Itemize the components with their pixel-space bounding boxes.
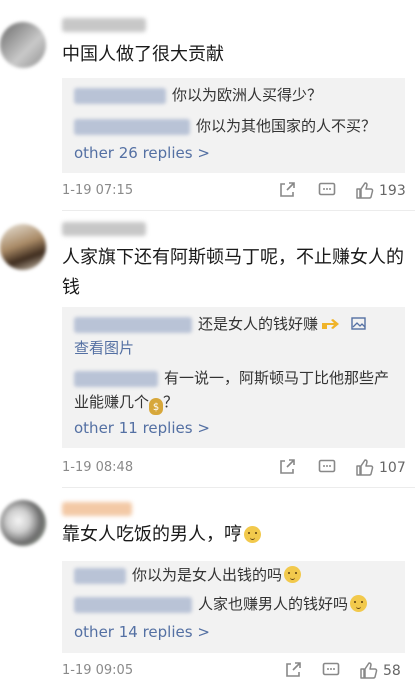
share-icon	[280, 182, 295, 197]
reply-text: 你以为欧洲人买得少？	[172, 86, 323, 104]
share-button[interactable]	[278, 181, 296, 201]
reply-box: 还是女人的钱好赚 查看图片 有一说一，阿斯顿马丁比他那些产业能赚几个 $？ oth…	[62, 307, 405, 448]
like-button[interactable]: 107	[355, 458, 406, 478]
reply-item[interactable]: 有一说一，阿斯顿马丁比他那些产业能赚几个 $？	[74, 366, 395, 415]
more-replies-link[interactable]: other 14 replies >	[74, 623, 210, 641]
username[interactable]	[62, 222, 146, 236]
avatar[interactable]	[0, 22, 46, 68]
comment-text: 中国人做了很大贡献	[62, 44, 224, 65]
reply-item[interactable]: 你以为欧洲人买得少？	[74, 83, 395, 107]
comment-meta: 1-19 09:05 58	[62, 661, 405, 681]
reply-item[interactable]: 还是女人的钱好赚	[74, 312, 395, 336]
reply-text: 人家也赚男人的钱好吗	[198, 595, 349, 613]
like-count: 193	[379, 183, 406, 199]
reply-box: 你以为是女人出钱的吗 人家也赚男人的钱好吗 other 14 replies >	[62, 561, 405, 653]
comment-text: 靠女人吃饭的男人，哼	[62, 520, 407, 550]
reply-item[interactable]: 你以为其他国家的人不买？	[74, 114, 395, 138]
reply-username[interactable]	[74, 567, 126, 584]
divider	[62, 210, 415, 211]
reply-username[interactable]	[74, 87, 166, 104]
divider	[62, 487, 415, 488]
share-icon	[280, 459, 295, 474]
timestamp: 1-19 08:48	[62, 460, 134, 475]
view-image-link[interactable]: 查看图片	[74, 336, 395, 360]
like-icon	[356, 459, 374, 476]
comment-text: 人家旗下还有阿斯顿马丁呢，不止赚女人的钱	[62, 247, 404, 298]
username[interactable]	[62, 502, 132, 516]
reply-item[interactable]: 人家也赚男人的钱好吗	[74, 592, 395, 616]
share-button[interactable]	[278, 458, 296, 478]
like-button[interactable]: 58	[359, 661, 401, 681]
comment-text-body: 靠女人吃饭的男人，哼	[62, 524, 242, 545]
like-icon	[356, 182, 374, 199]
money-bag-emoji: $	[149, 398, 164, 415]
reply-text-tail: ？	[163, 393, 179, 411]
timestamp: 1-19 07:15	[62, 183, 134, 198]
comment-meta: 1-19 07:15 193	[62, 181, 406, 201]
avatar[interactable]	[0, 224, 46, 270]
reply-username[interactable]	[74, 596, 192, 613]
pointing-hand-emoji	[322, 319, 340, 329]
share-icon	[286, 662, 301, 677]
reply-username[interactable]	[74, 118, 190, 135]
share-button[interactable]	[284, 661, 302, 681]
like-count: 107	[379, 460, 406, 476]
like-button[interactable]: 193	[355, 181, 406, 201]
reply-box: 你以为欧洲人买得少？ 你以为其他国家的人不买？ other 26 replies…	[62, 78, 405, 173]
like-icon	[360, 662, 378, 679]
timestamp: 1-19 09:05	[62, 663, 134, 678]
more-replies-link[interactable]: other 11 replies >	[74, 419, 210, 437]
comment-button[interactable]	[318, 181, 336, 201]
reply-text: 还是女人的钱好赚	[198, 315, 319, 333]
doge-emoji	[244, 526, 261, 543]
reply-text: 你以为其他国家的人不买？	[196, 117, 377, 135]
doge-emoji	[350, 595, 368, 612]
more-replies-link[interactable]: other 26 replies >	[74, 144, 210, 162]
like-count: 58	[383, 663, 401, 679]
username[interactable]	[62, 18, 146, 32]
comment-meta: 1-19 08:48 107	[62, 458, 406, 478]
comment-button[interactable]	[322, 661, 340, 681]
reply-username[interactable]	[74, 370, 158, 387]
comment-button[interactable]	[318, 458, 336, 478]
reply-item[interactable]: 你以为是女人出钱的吗	[74, 563, 395, 587]
comment-icon	[318, 459, 336, 473]
comment-icon	[322, 662, 340, 676]
doge-emoji	[284, 566, 302, 583]
reply-text: 你以为是女人出钱的吗	[132, 566, 283, 584]
reply-username[interactable]	[74, 316, 192, 333]
comment-icon	[318, 182, 336, 196]
avatar[interactable]	[0, 500, 46, 546]
image-icon[interactable]	[351, 317, 366, 330]
